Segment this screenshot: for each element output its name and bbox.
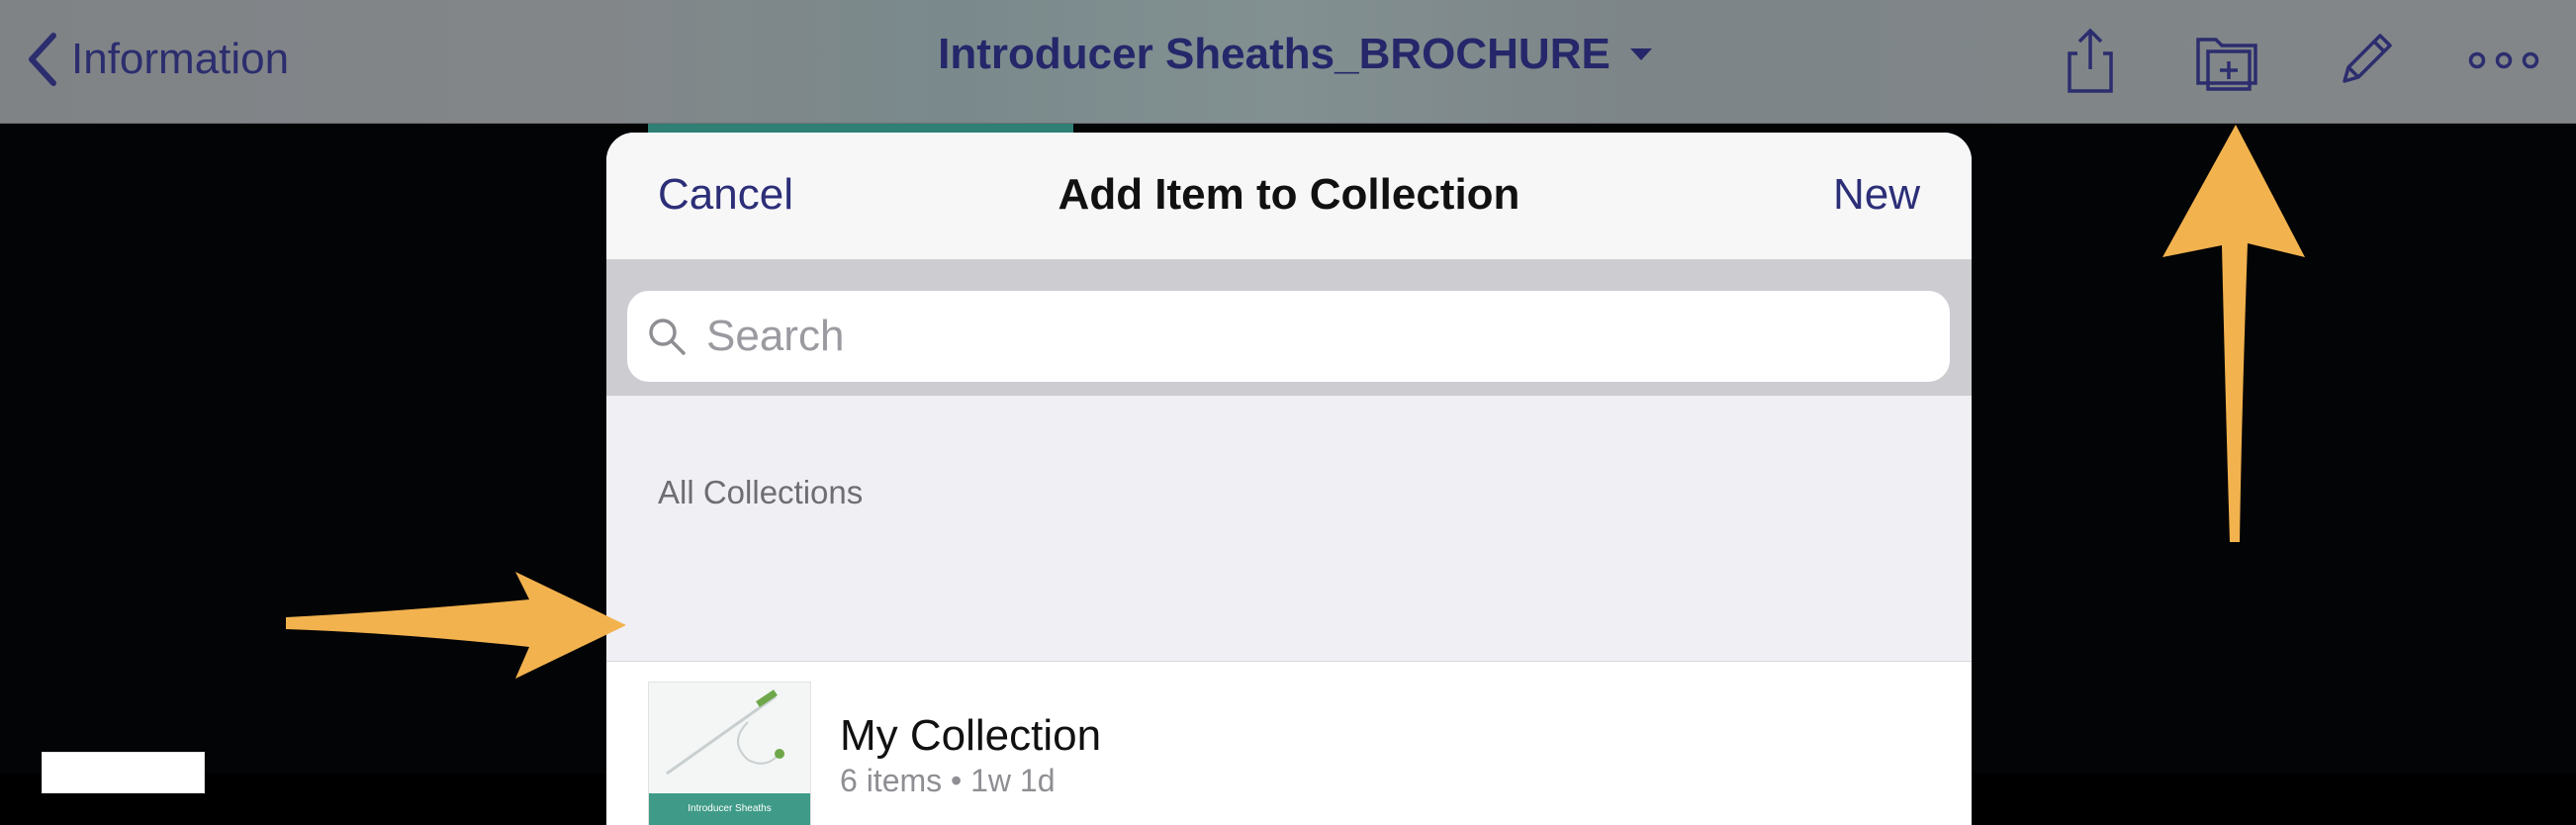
collection-name: My Collection (840, 711, 1102, 760)
sheet-title: Add Item to Collection (1058, 170, 1520, 219)
more-icon (2468, 51, 2539, 69)
search-input[interactable] (704, 311, 1895, 362)
catheter-illustration (666, 689, 784, 776)
caret-down-icon (1629, 48, 1652, 60)
pencil-icon (2343, 34, 2392, 83)
section-label: All Collections (658, 474, 864, 510)
add-to-collection-sheet: Cancel Add Item to Collection New All Co… (606, 133, 1972, 825)
add-to-collection-button[interactable] (2194, 26, 2263, 95)
add-to-collection-icon (2196, 38, 2257, 91)
edit-button[interactable] (2331, 26, 2400, 95)
share-button[interactable] (2056, 26, 2125, 95)
collection-thumbnail: Introducer Sheaths (648, 682, 811, 825)
document-title-dropdown[interactable]: Introducer Sheaths_BROCHURE (938, 30, 1654, 79)
thumbnail-caption: Introducer Sheaths (649, 793, 810, 825)
collection-meta: 6 items • 1w 1d (840, 763, 1056, 798)
document-title: Introducer Sheaths_BROCHURE (938, 30, 1610, 78)
share-icon (2068, 28, 2113, 93)
top-navigation-bar: Information Introducer Sheaths_BROCHURE (0, 0, 2576, 124)
new-collection-button[interactable]: New (1833, 170, 1920, 220)
search-field[interactable] (627, 291, 1950, 382)
more-button[interactable] (2467, 26, 2540, 95)
collection-row-my-collection[interactable]: Introducer Sheaths My Collection 6 items… (606, 662, 1972, 825)
search-icon (649, 319, 686, 355)
next-collection-thumbnail[interactable] (42, 752, 205, 793)
section-header (606, 396, 1972, 662)
